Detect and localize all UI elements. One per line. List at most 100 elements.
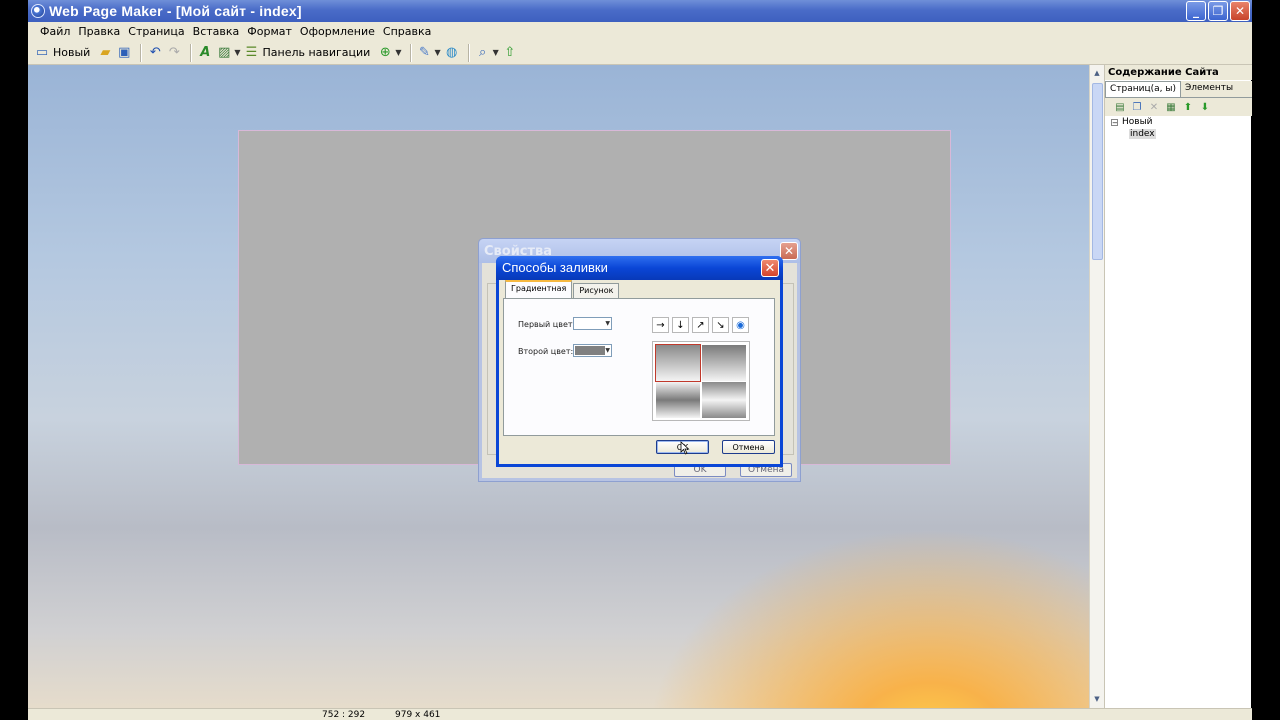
gradient-variants [652,341,750,421]
close-icon: ✕ [764,260,776,276]
gradient-tab-panel: Первый цвет: ▼ Второй цвет: ▼ → ↓ ↗ ↘ ◉ [503,298,775,436]
panel-title: Содержание Сайта [1105,65,1252,80]
direction-horizontal-button[interactable]: → [652,317,669,333]
status-bar: 752 : 292 979 x 461 [28,708,1252,720]
menu-file[interactable]: Файл [36,25,74,38]
undo-icon: ↶ [149,45,161,60]
tree-item-index[interactable]: index [1111,128,1156,140]
new-button[interactable]: ▭ Новый [34,43,94,63]
check-button[interactable]: ✎ ▼ [417,43,441,63]
new-page-icon: ▭ [35,45,49,60]
properties-close-button[interactable]: ✕ [780,242,798,260]
menu-edit[interactable]: Правка [74,25,124,38]
new-page-icon[interactable]: ▤ [1113,100,1127,114]
fill-dialog-title: Способы заливки [502,260,608,275]
chevron-down-icon: ▼ [434,48,441,57]
redo-icon: ↷ [168,45,180,60]
toolbar-separator [190,43,193,62]
redo-button[interactable]: ↷ [166,43,182,63]
gradient-variant-3[interactable] [656,382,700,418]
minimize-icon: _ [1193,4,1199,18]
toolbar-separator [140,43,143,62]
zoom-button[interactable]: ⌕ ▼ [475,43,499,63]
vertical-scrollbar[interactable]: ▲ ▼ [1089,65,1104,708]
site-contents-panel: Содержание Сайта Страниц(а, ы) Элементы … [1104,65,1252,720]
move-up-icon[interactable]: ⬆ [1181,100,1195,114]
nav-panel-button[interactable]: ☰ Панель навигации [243,43,374,63]
chevron-down-icon: ▼ [234,48,241,57]
delete-icon[interactable]: ✕ [1147,100,1161,114]
second-color-label: Второй цвет: [518,347,574,356]
nav-panel-label: Панель навигации [262,46,371,59]
tab-elements[interactable]: Элементы [1181,81,1237,97]
chevron-down-icon: ▼ [605,347,610,354]
copy-page-icon[interactable]: ❐ [1130,100,1144,114]
right-margin [1252,0,1280,720]
undo-button[interactable]: ↶ [147,43,163,63]
cursor-coordinates: 752 : 292 [322,710,366,720]
second-color-picker[interactable]: ▼ [573,344,612,357]
text-icon: A [200,45,211,60]
first-color-swatch [575,319,605,328]
collapse-icon[interactable]: − [1111,118,1118,126]
image-icon: ▨ [218,45,231,60]
gradient-variant-4[interactable] [702,382,746,418]
direction-vertical-button[interactable]: ↓ [672,317,689,333]
gradient-direction-group: → ↓ ↗ ↘ ◉ [652,317,749,333]
window-title: Web Page Maker - [Мой сайт - index] [49,3,302,19]
menu-page[interactable]: Страница [124,25,188,38]
gradient-variant-2[interactable] [702,345,746,381]
chevron-down-icon: ▼ [605,320,610,327]
mouse-cursor-icon [680,441,690,455]
scroll-down-icon[interactable]: ▼ [1091,692,1103,706]
restore-icon: ❐ [1212,4,1224,18]
left-margin [0,0,28,720]
add-element-button[interactable]: ⊕ ▼ [377,43,402,63]
close-icon: ✕ [783,244,795,258]
scroll-thumb[interactable] [1092,83,1103,260]
navigation-icon: ☰ [245,45,258,60]
insert-image-button[interactable]: ▨ ▼ [216,43,240,63]
menu-design[interactable]: Оформление [296,25,379,38]
fill-close-button[interactable]: ✕ [761,259,779,277]
properties-icon[interactable]: ▦ [1164,100,1178,114]
first-color-picker[interactable]: ▼ [573,317,612,330]
chevron-down-icon: ▼ [395,48,402,57]
open-button[interactable]: ▰ [97,43,113,63]
globe-icon: ◍ [445,45,458,60]
scroll-up-icon[interactable]: ▲ [1091,66,1103,80]
zoom-icon: ⌕ [479,45,487,60]
tree-item-label: index [1129,129,1156,139]
insert-text-button[interactable]: A [197,43,213,63]
move-down-icon[interactable]: ⬇ [1198,100,1212,114]
direction-radial-button[interactable]: ◉ [732,317,749,333]
new-button-label: Новый [53,46,91,59]
fill-cancel-button[interactable]: Отмена [722,440,775,454]
tree-root[interactable]: − Новый [1111,116,1156,128]
menu-bar: Файл Правка Страница Вставка Формат Офор… [28,22,1252,41]
page-size: 979 x 461 [395,710,441,720]
publish-button[interactable]: ⇧ [502,43,518,63]
fill-methods-dialog: Способы заливки ✕ Градиентная Рисунок Пе… [496,256,783,467]
menu-insert[interactable]: Вставка [189,25,244,38]
toolbar: ▭ Новый ▰ ▣ ↶ ↷ A ▨ ▼ ☰ Панель навигации … [28,41,1252,65]
close-button[interactable]: ✕ [1230,1,1250,21]
title-bar: Web Page Maker - [Мой сайт - index] _ ❐ … [28,0,1252,22]
menu-format[interactable]: Формат [243,25,296,38]
tab-pages[interactable]: Страниц(а, ы) [1105,81,1181,97]
check-icon: ✎ [419,45,430,60]
preview-button[interactable]: ◍ [444,43,460,63]
direction-diagonal-down-button[interactable]: ↘ [712,317,729,333]
direction-diagonal-up-button[interactable]: ↗ [692,317,709,333]
second-color-swatch [575,346,605,355]
tab-gradient[interactable]: Градиентная [505,280,573,299]
menu-help[interactable]: Справка [379,25,435,38]
tree-root-label: Новый [1122,117,1153,127]
close-icon: ✕ [1234,4,1246,18]
save-button[interactable]: ▣ [116,43,132,63]
tab-picture[interactable]: Рисунок [573,283,620,298]
gradient-variant-1[interactable] [655,344,701,382]
restore-button[interactable]: ❐ [1208,1,1228,21]
minimize-button[interactable]: _ [1186,1,1206,21]
add-icon: ⊕ [379,45,391,60]
